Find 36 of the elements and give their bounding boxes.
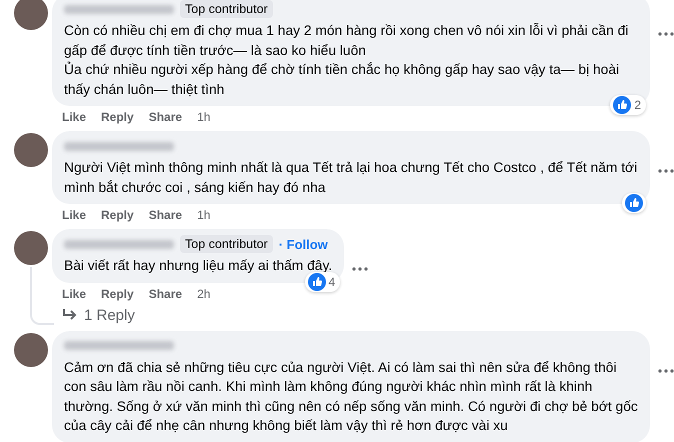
comment-text: Người Việt mình thông minh nhất là qua Tết trả lại hoa chưng Tết cho Costco , để Tết năm tới mình bắt chước coi , sáng kiến hay đó nha — [64, 159, 638, 197]
avatar[interactable] — [14, 231, 48, 265]
contributor-badge: Top contributor — [180, 235, 273, 253]
reply-arrow-icon — [62, 308, 78, 322]
more-icon[interactable] — [658, 368, 674, 372]
thumbs-up-icon — [308, 272, 326, 290]
comment-text: Còn có nhiều chị em đi chợ mua 1 hay 2 món hàng rồi xong chen vô nói xin lỗi vì phải cần đi gấp để được tính tiền trước— là sao ko hiểu luôn — [64, 22, 630, 60]
reaction-count: 4 — [328, 274, 336, 288]
more-icon[interactable] — [658, 169, 674, 173]
action-link[interactable]: Like — [62, 110, 86, 124]
view-replies-link[interactable]: 1 Reply — [62, 306, 135, 324]
action-link[interactable]: Reply — [101, 110, 134, 124]
comment-time[interactable]: 1h — [197, 208, 210, 222]
contributor-badge: Top contributor — [180, 0, 273, 18]
more-icon[interactable] — [658, 32, 674, 36]
thumbs-up-icon — [613, 96, 632, 114]
comment-text: Cảm ơn đã chia sẻ những tiêu cực của người Việt. Ai có làm sai thì nên sửa để không thôi con sâu làm rầu nồi canh. Khi mình làm không đúng người khác nhìn mình rất là khinh thường. Sống ở xứ văn minh thì cũng nên có nếp sống văn minh. Có người đi chợ bẻ bớt gốc của cây cải để nhẹ cân nhưng không biết làm vậy thì rẻ hơn được vài xu — [64, 358, 638, 435]
action-link[interactable]: Like — [62, 286, 86, 300]
reaction-count: 2 — [634, 98, 642, 112]
avatar[interactable] — [14, 133, 48, 167]
comment-time[interactable]: 1h — [197, 110, 210, 124]
action-link[interactable]: Share — [148, 110, 182, 124]
follow-link[interactable]: · Follow — [278, 236, 328, 252]
action-link[interactable]: Reply — [101, 208, 134, 222]
action-link[interactable]: Reply — [101, 286, 134, 300]
comment-time[interactable]: 2h — [197, 286, 210, 300]
more-icon[interactable] — [352, 267, 368, 271]
reaction-pill[interactable]: 4 — [304, 272, 340, 292]
action-link[interactable]: Share — [148, 286, 182, 300]
avatar[interactable] — [14, 0, 48, 30]
avatar[interactable] — [14, 332, 48, 366]
action-link[interactable]: Like — [62, 208, 86, 222]
action-link[interactable]: Share — [148, 208, 182, 222]
thumbs-up-icon — [625, 194, 643, 212]
reaction-pill[interactable]: 2 — [610, 95, 646, 115]
reaction-pill[interactable] — [622, 193, 646, 213]
